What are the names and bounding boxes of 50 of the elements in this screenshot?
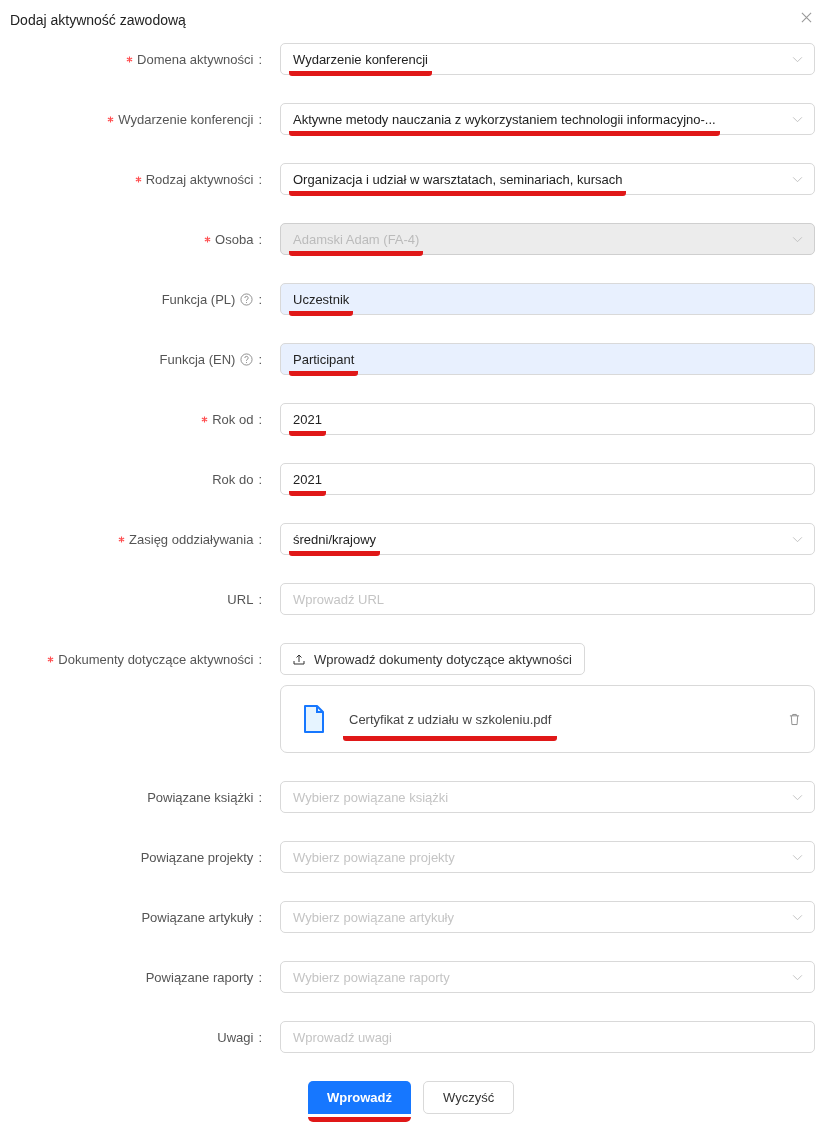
field-label: Funkcja (EN) — [159, 351, 254, 367]
chevron-icon — [792, 913, 803, 921]
field-label: Powiązane projekty — [140, 849, 254, 865]
input-field[interactable]: 2021 — [280, 403, 815, 435]
chevron-icon — [792, 535, 803, 543]
label-colon: : — [258, 1029, 262, 1045]
field-label: Powiązane artykuły — [141, 909, 254, 925]
field-label: Uwagi — [217, 1029, 254, 1045]
label-colon: : — [258, 591, 262, 607]
chevron-icon — [792, 235, 803, 243]
label-colon: : — [258, 171, 262, 187]
chevron-icon — [792, 55, 803, 63]
label-colon: : — [258, 969, 262, 985]
label-colon: : — [258, 531, 262, 547]
field-label: Powiązane raporty — [145, 969, 254, 985]
label-colon: : — [258, 111, 262, 127]
upload-icon — [293, 653, 305, 665]
dialog-title: Dodaj aktywność zawodową — [10, 12, 186, 28]
chevron-icon — [792, 175, 803, 183]
close-icon[interactable] — [801, 12, 812, 23]
label-colon: : — [258, 51, 262, 67]
chevron-icon — [792, 853, 803, 861]
upload-button[interactable]: Wprowadź dokumenty dotyczące aktywności — [280, 643, 585, 675]
label-colon: : — [258, 291, 262, 307]
input-field[interactable]: 2021 — [280, 463, 815, 495]
delete-icon[interactable] — [789, 712, 800, 726]
label-colon: : — [258, 909, 262, 925]
select-field[interactable]: Wydarzenie konferencji — [280, 43, 815, 75]
input-field[interactable]: Participant — [280, 343, 815, 375]
label-colon: : — [258, 789, 262, 805]
field-label: Funkcja (PL) — [161, 291, 254, 307]
file-icon — [303, 704, 325, 734]
select-field[interactable]: Aktywne metody nauczania z wykorzystaniem technologii informacyjno-... — [280, 103, 815, 135]
label-colon: : — [258, 411, 262, 427]
select-field[interactable]: Organizacja i udział w warsztatach, seminariach, kursach — [280, 163, 815, 195]
field-label: Powiązane książki — [147, 789, 254, 805]
label-colon: : — [258, 471, 262, 487]
chevron-icon — [792, 973, 803, 981]
label-colon: : — [258, 231, 262, 247]
submit-button[interactable]: Wprowadź — [308, 1081, 411, 1122]
label-colon: : — [258, 849, 262, 865]
field-label: Rok do — [212, 471, 254, 487]
input-field[interactable]: Uczestnik — [280, 283, 815, 315]
select-field[interactable]: średni/krajowy — [280, 523, 815, 555]
chevron-icon — [792, 793, 803, 801]
field-label: URL — [227, 591, 254, 607]
label-colon: : — [258, 351, 262, 367]
clear-button[interactable]: Wyczyść — [423, 1081, 515, 1114]
label-colon: : — [258, 651, 262, 667]
chevron-icon — [792, 115, 803, 123]
